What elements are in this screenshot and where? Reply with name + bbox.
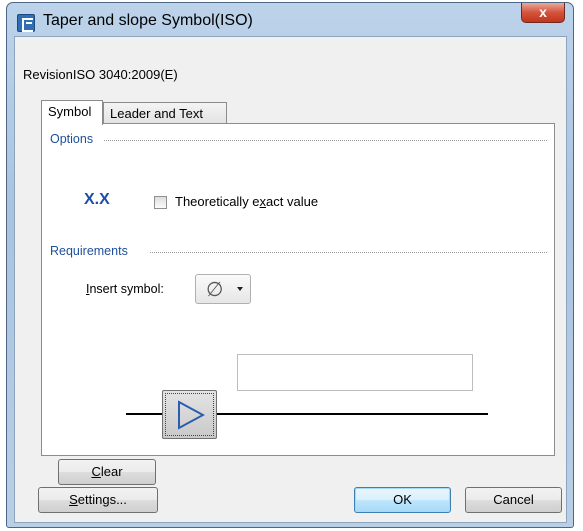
tab-leader-and-text[interactable]: Leader and Text — [103, 102, 227, 124]
close-icon: x — [539, 4, 547, 20]
options-group-label: Options — [50, 132, 94, 146]
taper-symbol-button[interactable] — [162, 390, 217, 439]
taper-triangle-icon — [178, 400, 205, 430]
theoretically-exact-glyph: X.X — [84, 191, 110, 208]
insert-symbol-label: Insert symbol: — [86, 282, 164, 296]
clear-button[interactable]: Clear — [58, 459, 156, 485]
revision-label: RevisionISO 3040:2009(E) — [23, 67, 178, 82]
dialog-window: Taper and slope Symbol(ISO) x RevisionIS… — [6, 2, 574, 528]
cancel-button[interactable]: Cancel — [465, 487, 562, 513]
tab-panel-symbol: Options X.X Theoretically exact value Re… — [41, 123, 555, 485]
settings-button[interactable]: Settings... — [38, 487, 158, 513]
close-button[interactable]: x — [521, 3, 565, 23]
theoretically-exact-label[interactable]: Theoretically exact value — [175, 194, 318, 209]
theoretically-exact-checkbox[interactable] — [154, 196, 167, 209]
diameter-symbol: ∅ — [206, 279, 224, 301]
tab-symbol[interactable]: Symbol — [41, 100, 103, 125]
requirements-group-label: Requirements — [50, 244, 128, 258]
ok-button[interactable]: OK — [354, 487, 451, 513]
requirements-divider — [150, 252, 547, 253]
options-divider — [104, 140, 547, 141]
requirement-value-input[interactable] — [237, 354, 473, 391]
chevron-down-icon — [237, 287, 243, 291]
window-title: Taper and slope Symbol(ISO) — [43, 12, 253, 29]
dialog-client-area: RevisionISO 3040:2009(E) Symbol Leader a… — [14, 36, 567, 523]
app-icon — [17, 14, 35, 32]
insert-symbol-dropdown[interactable]: ∅ — [195, 274, 251, 304]
